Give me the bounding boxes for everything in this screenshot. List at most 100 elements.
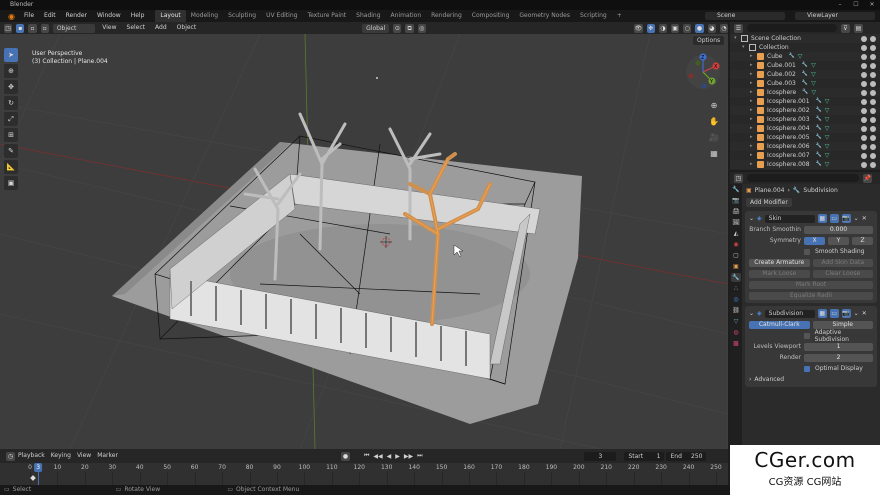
menu-view[interactable]: View bbox=[99, 22, 119, 34]
modifier-wrench-icon[interactable]: 🔧 bbox=[802, 79, 808, 88]
mesh-data-icon[interactable]: ▽ bbox=[811, 61, 816, 70]
render-toggle-icon[interactable]: 📷 bbox=[841, 214, 851, 223]
menu-add[interactable]: Add bbox=[152, 22, 170, 34]
next-keyframe-icon[interactable]: ▶▶ bbox=[402, 453, 415, 460]
editmode-toggle-icon[interactable]: ▦ bbox=[817, 214, 827, 223]
tool-tab-icon[interactable]: 🔧 bbox=[731, 185, 741, 194]
render-tab-icon[interactable]: 📷 bbox=[731, 196, 741, 205]
minimize-icon[interactable]: – bbox=[832, 0, 848, 10]
scene-selector[interactable]: Scene bbox=[705, 12, 785, 20]
clear-loose-button[interactable]: Clear Loose bbox=[812, 269, 873, 278]
outliner-object-row[interactable]: ▸ Cube 🔧 ▽ bbox=[730, 52, 880, 61]
viewport-toggle-icon[interactable]: ▭ bbox=[829, 309, 839, 318]
end-frame-field[interactable]: End 250 bbox=[666, 451, 707, 461]
gizmo-neg-y-icon[interactable] bbox=[695, 60, 701, 66]
menu-file[interactable]: File bbox=[19, 10, 39, 22]
expand-arrow-icon[interactable]: ▸ bbox=[750, 106, 757, 115]
expand-arrow-icon[interactable]: ▸ bbox=[750, 124, 757, 133]
select-subtract-icon[interactable]: ▫ bbox=[40, 23, 49, 33]
outliner-object-row[interactable]: ▸ Icosphere.006 🔧 ▽ bbox=[730, 142, 880, 151]
mesh-data-icon[interactable]: ▽ bbox=[811, 70, 816, 79]
tab-uv-editing[interactable]: UV Editing bbox=[261, 10, 302, 22]
remove-modifier-icon[interactable]: ✕ bbox=[862, 215, 867, 222]
modifier-wrench-icon[interactable]: 🔧 bbox=[802, 88, 808, 97]
outliner-search-input[interactable] bbox=[747, 24, 837, 32]
move-tool-icon[interactable]: ✥ bbox=[4, 80, 18, 94]
tab-layout[interactable]: Layout bbox=[155, 10, 186, 22]
outliner-collection-row[interactable]: ▾ Scene Collection bbox=[730, 34, 880, 43]
eye-icon[interactable] bbox=[861, 161, 867, 168]
gizmo-neg-z-icon[interactable] bbox=[701, 83, 707, 89]
symmetry-x-toggle[interactable]: X bbox=[804, 236, 825, 245]
wireframe-shading-icon[interactable]: ○ bbox=[683, 23, 692, 33]
editor-type-icon[interactable]: ◳ bbox=[4, 23, 13, 33]
start-frame-field[interactable]: Start 1 bbox=[624, 451, 665, 461]
scene-tab-icon[interactable]: ◭ bbox=[731, 229, 741, 238]
scale-tool-icon[interactable]: ⤢ bbox=[4, 112, 18, 126]
overlay-icon[interactable]: ◑ bbox=[658, 23, 667, 33]
subdivision-name-field[interactable]: Subdivision bbox=[764, 309, 815, 318]
eye-icon[interactable] bbox=[861, 44, 867, 51]
menu-keying[interactable]: Keying bbox=[48, 449, 74, 463]
menu-select[interactable]: Select bbox=[124, 22, 149, 34]
modifier-wrench-icon[interactable]: 🔧 bbox=[816, 142, 822, 151]
eye-icon[interactable] bbox=[861, 62, 867, 69]
current-frame-field[interactable]: 3 bbox=[584, 451, 617, 461]
camera-render-icon[interactable] bbox=[870, 143, 876, 150]
outliner-object-row[interactable]: ▸ Icosphere.003 🔧 ▽ bbox=[730, 115, 880, 124]
camera-render-icon[interactable] bbox=[870, 62, 876, 69]
expand-arrow-icon[interactable]: ▸ bbox=[750, 61, 757, 70]
blender-logo-icon[interactable]: ◉ bbox=[4, 12, 19, 21]
camera-render-icon[interactable] bbox=[870, 80, 876, 87]
outliner-editor-icon[interactable]: ☰ bbox=[734, 23, 743, 33]
camera-render-icon[interactable] bbox=[870, 98, 876, 105]
mesh-data-icon[interactable]: ▽ bbox=[798, 52, 803, 61]
modifier-tab-icon[interactable]: 🔧 bbox=[731, 273, 741, 282]
add-workspace-button[interactable]: + bbox=[612, 10, 627, 22]
outliner-object-row[interactable]: ▸ Cube.001 🔧 ▽ bbox=[730, 61, 880, 70]
select-box-tool-icon[interactable]: ➤ bbox=[4, 48, 18, 62]
playhead-frame-indicator[interactable]: 3 bbox=[34, 463, 43, 472]
collapse-icon[interactable]: ⌄ bbox=[749, 215, 754, 222]
expand-arrow-icon[interactable]: ▸ bbox=[750, 52, 757, 61]
tab-geometry-nodes[interactable]: Geometry Nodes bbox=[514, 10, 575, 22]
pan-hand-icon[interactable]: ✋ bbox=[708, 116, 720, 128]
mesh-data-icon[interactable]: ▽ bbox=[825, 97, 830, 106]
mesh-data-icon[interactable]: ▽ bbox=[825, 106, 830, 115]
menu-help[interactable]: Help bbox=[126, 10, 150, 22]
play-icon[interactable]: ▶ bbox=[393, 453, 402, 460]
solid-shading-icon[interactable]: ● bbox=[695, 23, 704, 33]
simple-toggle[interactable]: Simple bbox=[812, 320, 873, 329]
outliner-collection-row[interactable]: ▾ Collection bbox=[730, 43, 880, 52]
menu-render[interactable]: Render bbox=[61, 10, 92, 22]
levels-viewport-field[interactable]: 1 bbox=[804, 342, 873, 351]
camera-render-icon[interactable] bbox=[870, 152, 876, 159]
modifier-wrench-icon[interactable]: 🔧 bbox=[816, 151, 822, 160]
play-reverse-icon[interactable]: ◀ bbox=[385, 453, 394, 460]
transform-orientation-dropdown[interactable]: Global bbox=[362, 23, 390, 33]
modifier-wrench-icon[interactable]: 🔧 bbox=[816, 97, 822, 106]
mesh-data-icon[interactable]: ▽ bbox=[825, 160, 830, 169]
camera-render-icon[interactable] bbox=[870, 125, 876, 132]
outliner-object-row[interactable]: ▸ Cube.003 🔧 ▽ bbox=[730, 79, 880, 88]
pin-icon[interactable]: 📌 bbox=[863, 173, 872, 183]
remove-modifier-icon[interactable]: ✕ bbox=[862, 310, 867, 317]
equalize-radii-button[interactable]: Equalize Radii bbox=[749, 291, 873, 300]
xray-icon[interactable]: ▣ bbox=[671, 23, 680, 33]
collection-tab-icon[interactable]: ▢ bbox=[731, 251, 741, 260]
timeline-editor-icon[interactable]: ◷ bbox=[6, 451, 15, 461]
expand-arrow-icon[interactable]: ▸ bbox=[750, 115, 757, 124]
world-tab-icon[interactable]: ◉ bbox=[731, 240, 741, 249]
proportional-edit-icon[interactable]: ◎ bbox=[417, 23, 426, 33]
properties-editor-icon[interactable]: ◳ bbox=[734, 173, 743, 183]
eye-icon[interactable] bbox=[861, 125, 867, 132]
eye-icon[interactable] bbox=[861, 80, 867, 87]
add-cube-tool-icon[interactable]: ▣ bbox=[4, 176, 18, 190]
select-extend-icon[interactable]: ▫ bbox=[28, 23, 37, 33]
add-skin-data-button[interactable]: Add Skin Data bbox=[812, 258, 873, 267]
symmetry-z-toggle[interactable]: Z bbox=[852, 236, 873, 245]
mesh-data-icon[interactable]: ▽ bbox=[811, 79, 816, 88]
camera-render-icon[interactable] bbox=[870, 71, 876, 78]
branch-smoothing-field[interactable]: 0.000 bbox=[804, 225, 873, 234]
outliner-object-row[interactable]: ▸ Icosphere.001 🔧 ▽ bbox=[730, 97, 880, 106]
